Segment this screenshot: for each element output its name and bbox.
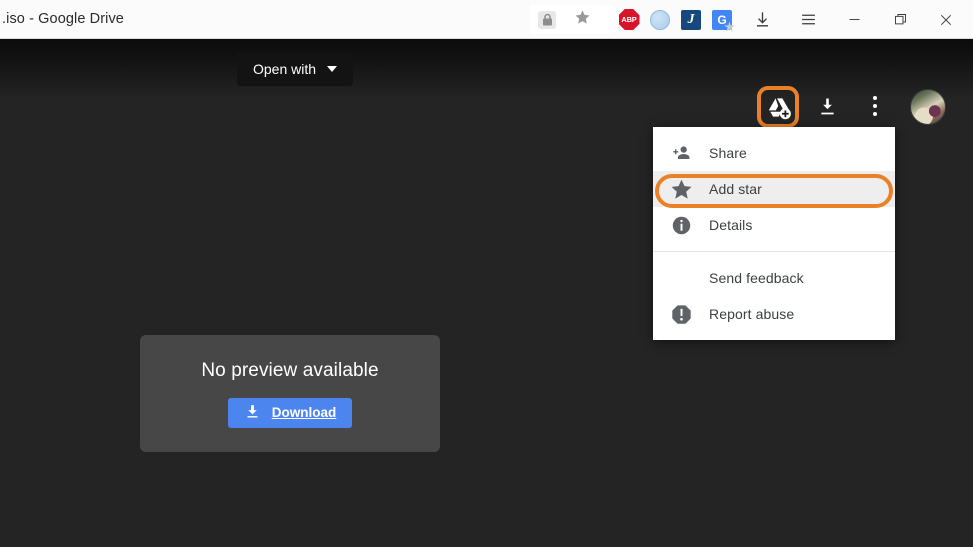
drive-file-viewer: Open with <box>0 39 973 547</box>
menu-item-label: Share <box>709 145 747 161</box>
bookmark-star-icon[interactable] <box>574 9 591 30</box>
add-to-my-drive-button[interactable] <box>760 89 796 125</box>
download-button[interactable]: Download <box>228 398 353 428</box>
user-avatar[interactable] <box>910 89 946 125</box>
address-bar-right-section <box>530 5 620 34</box>
viewer-more-options-button[interactable] <box>858 89 892 123</box>
j-extension-icon[interactable]: J <box>680 9 702 31</box>
minimize-icon[interactable] <box>831 0 877 39</box>
no-preview-card: No preview available Download <box>140 335 440 452</box>
menu-item-label: Add star <box>709 181 762 197</box>
tab-title: .iso - Google Drive <box>0 11 124 27</box>
menu-item-report-abuse[interactable]: Report abuse <box>653 296 895 332</box>
menu-item-add-star[interactable]: Add star <box>653 171 895 207</box>
hamburger-menu-icon[interactable] <box>785 0 831 39</box>
open-with-label: Open with <box>253 61 316 77</box>
j-extension-label: J <box>681 10 701 30</box>
adblock-plus-label: ABP <box>619 9 640 30</box>
window-controls <box>739 0 969 39</box>
google-translate-label: G <box>712 10 732 30</box>
menu-separator <box>653 251 895 252</box>
adblock-plus-icon[interactable]: ABP <box>618 9 640 31</box>
open-with-button[interactable]: Open with <box>237 52 353 86</box>
blue-circle-extension-icon[interactable] <box>649 9 671 31</box>
browser-downloads-icon[interactable] <box>739 0 785 39</box>
more-options-menu: Share Add star Details Send <box>653 127 895 340</box>
menu-item-label: Details <box>709 217 753 233</box>
download-button-label: Download <box>272 405 337 420</box>
viewer-download-button[interactable] <box>810 89 844 123</box>
menu-item-send-feedback[interactable]: Send feedback <box>653 260 895 296</box>
google-translate-extension-icon[interactable]: G <box>711 9 733 31</box>
info-circle-icon <box>653 215 709 236</box>
close-icon[interactable] <box>923 0 969 39</box>
person-add-icon <box>653 143 709 164</box>
no-preview-message: No preview available <box>201 360 378 382</box>
maximize-restore-icon[interactable] <box>877 0 923 39</box>
browser-extensions-row: ABP J G <box>618 0 733 39</box>
report-icon <box>653 304 709 325</box>
menu-item-share[interactable]: Share <box>653 135 895 171</box>
download-icon <box>244 403 261 423</box>
chevron-down-icon <box>327 66 337 72</box>
menu-item-details[interactable]: Details <box>653 207 895 243</box>
menu-item-label: Report abuse <box>709 306 794 322</box>
lock-icon[interactable] <box>538 11 556 29</box>
star-icon <box>653 178 709 201</box>
menu-item-label: Send feedback <box>709 270 804 286</box>
browser-title-bar: .iso - Google Drive ABP J G <box>0 0 973 39</box>
